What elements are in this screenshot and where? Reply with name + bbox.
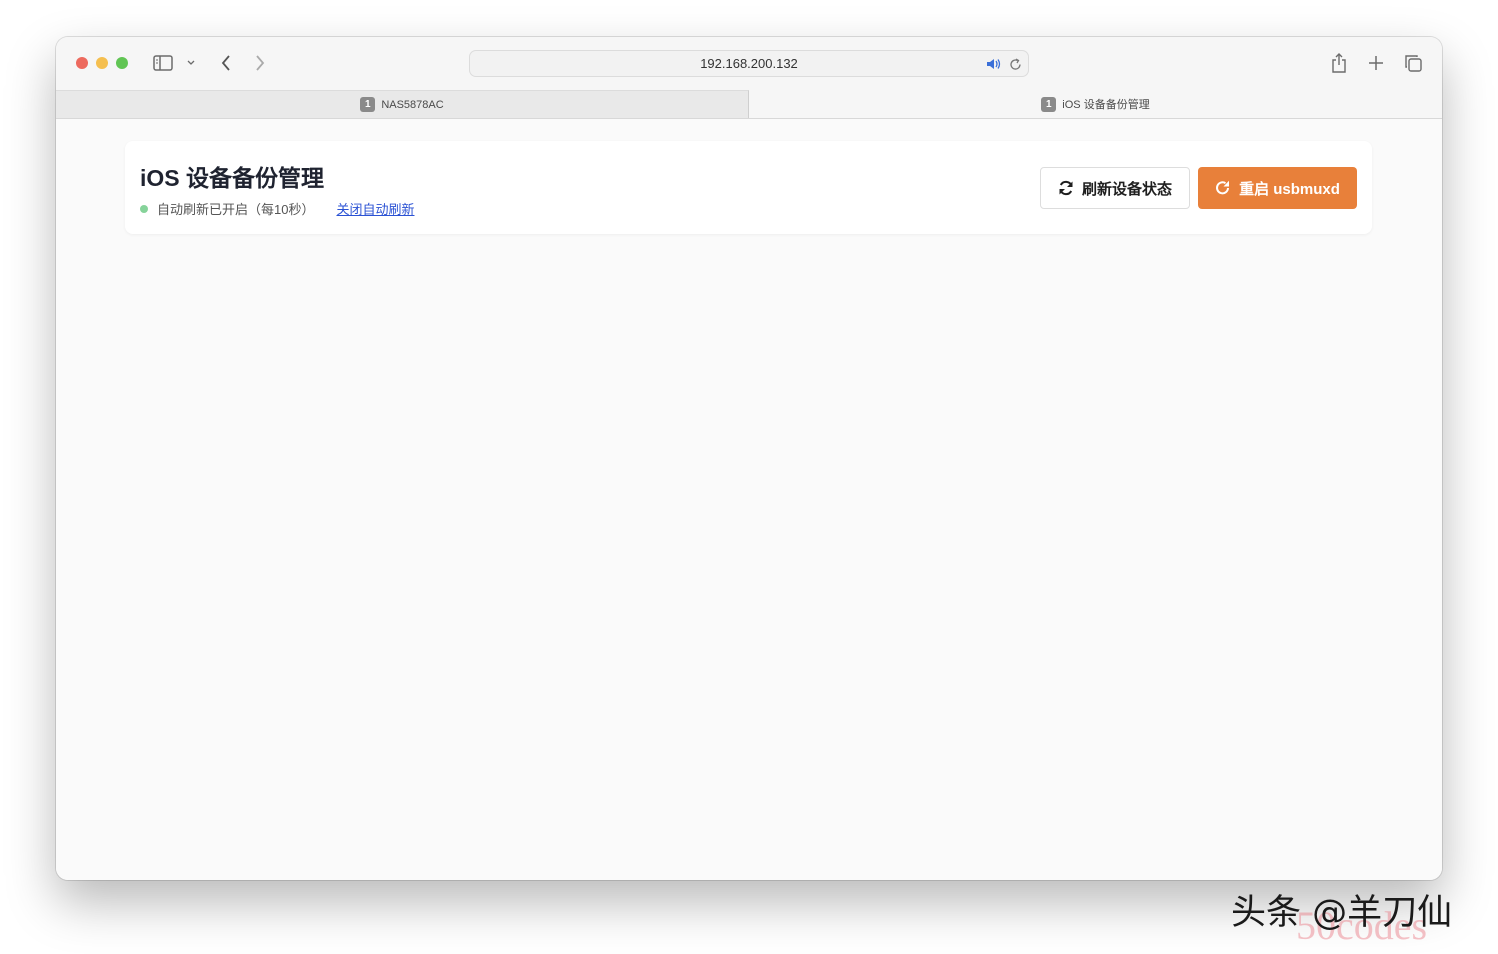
plus-icon[interactable] <box>1366 53 1386 73</box>
zoom-window-button[interactable] <box>116 57 128 69</box>
restart-usbmuxd-button[interactable]: 重启 usbmuxd <box>1198 167 1357 209</box>
tab-badge: 1 <box>1041 96 1057 112</box>
sidebar-icon[interactable] <box>152 53 174 73</box>
address-url: 192.168.200.132 <box>700 56 798 71</box>
status-dot-icon <box>140 204 148 213</box>
tab-label: iOS 设备备份管理 <box>1062 99 1150 111</box>
chevron-left-icon[interactable] <box>216 53 236 73</box>
tab-label: NAS5878AC <box>381 98 444 111</box>
restart-usbmuxd-label: 重启 usbmuxd <box>1239 180 1340 198</box>
watermark: 头条 @羊刀仙 <box>1231 893 1453 933</box>
status-text: 自动刷新已开启（每10秒） <box>157 202 315 217</box>
tab-bar: 1 NAS5878AC 1 iOS 设备备份管理 <box>56 90 1442 119</box>
tab-ios-backup[interactable]: 1 iOS 设备备份管理 <box>749 90 1442 118</box>
chevron-right-icon[interactable] <box>250 53 270 73</box>
refresh-devices-button[interactable]: 刷新设备状态 <box>1040 167 1190 209</box>
auto-refresh-status: 自动刷新已开启（每10秒） 关闭自动刷新 <box>140 199 414 218</box>
browser-window: 192.168.200.132 1 NAS5878AC 1 iOS 设备备份管理 <box>56 37 1442 880</box>
header-card: iOS 设备备份管理 自动刷新已开启（每10秒） 关闭自动刷新 刷新设备状态 重… <box>125 141 1372 234</box>
redo-icon <box>1216 180 1230 195</box>
chevron-down-icon[interactable] <box>185 57 197 69</box>
sync-icon <box>1059 180 1073 196</box>
tab-nas[interactable]: 1 NAS5878AC <box>56 90 749 118</box>
close-window-button[interactable] <box>76 57 88 69</box>
disable-auto-refresh-link[interactable]: 关闭自动刷新 <box>336 199 414 218</box>
address-bar[interactable]: 192.168.200.132 <box>469 50 1029 77</box>
browser-toolbar: 192.168.200.132 <box>56 37 1442 90</box>
share-icon[interactable] <box>1329 51 1349 75</box>
minimize-window-button[interactable] <box>96 57 108 69</box>
reload-icon[interactable] <box>1008 57 1022 71</box>
speaker-icon[interactable] <box>986 57 1002 71</box>
page-content: iOS 设备备份管理 自动刷新已开启（每10秒） 关闭自动刷新 刷新设备状态 重… <box>56 119 1442 880</box>
page-title: iOS 设备备份管理 <box>140 165 325 191</box>
tab-badge: 1 <box>360 97 376 112</box>
tabs-icon[interactable] <box>1403 53 1423 73</box>
refresh-devices-label: 刷新设备状态 <box>1081 180 1172 198</box>
